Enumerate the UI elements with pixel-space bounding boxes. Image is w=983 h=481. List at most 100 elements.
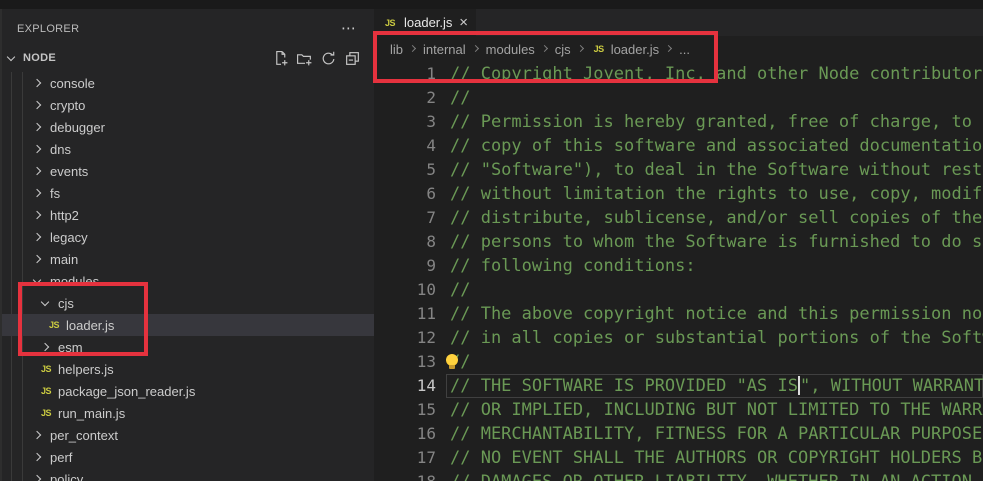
chevron-right-icon <box>30 229 46 245</box>
breadcrumb-item--[interactable]: ... <box>679 42 690 57</box>
tree-item-label: console <box>50 76 95 91</box>
chevron-right-icon <box>30 471 46 481</box>
more-actions-icon[interactable]: ⋯ <box>341 24 356 34</box>
code-line-16[interactable]: 16// MERCHANTABILITY, FITNESS FOR A PART… <box>374 422 983 446</box>
explorer-header: EXPLORER ⋯ <box>2 15 374 43</box>
tree-item-loader-js[interactable]: JSloader.js <box>2 314 374 336</box>
node-section-label: NODE <box>23 52 56 64</box>
chevron-right-icon <box>408 44 418 54</box>
code-line-4[interactable]: 4// copy of this software and associated… <box>374 134 983 158</box>
tree-item-label: http2 <box>50 208 79 223</box>
code-line-7[interactable]: 7// distribute, sublicense, and/or sell … <box>374 206 983 230</box>
line-number: 1 <box>374 62 446 86</box>
breadcrumb-item-cjs[interactable]: cjs <box>555 42 571 57</box>
tree-item-dns[interactable]: dns <box>2 138 374 160</box>
tree-item-label: perf <box>50 450 72 465</box>
code-line-8[interactable]: 8// persons to whom the Software is furn… <box>374 230 983 254</box>
code-line-17[interactable]: 17// NO EVENT SHALL THE AUTHORS OR COPYR… <box>374 446 983 470</box>
tree-item-console[interactable]: console <box>2 72 374 94</box>
chevron-right-icon <box>30 163 46 179</box>
code-line-1[interactable]: 1// Copyright Joyent, Inc. and other Nod… <box>374 62 983 86</box>
line-text: // <box>446 86 983 110</box>
line-number: 7 <box>374 206 446 230</box>
chevron-right-icon <box>38 339 54 355</box>
js-file-icon: JS <box>591 44 607 54</box>
tab-loader-js[interactable]: JS loader.js × <box>374 9 476 36</box>
code-line-9[interactable]: 9// following conditions: <box>374 254 983 278</box>
line-text: // DAMAGES OR OTHER LIABILITY, WHETHER I… <box>446 470 983 481</box>
tree-item-perf[interactable]: perf <box>2 446 374 468</box>
line-text: // MERCHANTABILITY, FITNESS FOR A PARTIC… <box>446 422 983 446</box>
tree-item-main[interactable]: main <box>2 248 374 270</box>
tree-item-label: main <box>50 252 78 267</box>
tree-item-label: run_main.js <box>58 406 125 421</box>
tree-item-legacy[interactable]: legacy <box>2 226 374 248</box>
line-number: 2 <box>374 86 446 110</box>
close-tab-icon[interactable]: × <box>459 16 468 30</box>
tree-item-label: debugger <box>50 120 105 135</box>
chevron-down-icon <box>4 50 20 66</box>
tree-item-cjs[interactable]: cjs <box>2 292 374 314</box>
code-line-2[interactable]: 2// <box>374 86 983 110</box>
node-section-header[interactable]: NODE <box>2 45 374 71</box>
breadcrumb-item-loader-js[interactable]: JSloader.js <box>591 42 659 57</box>
tree-item-label: events <box>50 164 88 179</box>
tab-title: loader.js <box>404 15 452 30</box>
tree-item-modules[interactable]: modules <box>2 270 374 292</box>
tree-item-label: esm <box>58 340 83 355</box>
tree-item-per-context[interactable]: per_context <box>2 424 374 446</box>
line-text: // NO EVENT SHALL THE AUTHORS OR COPYRIG… <box>446 446 983 470</box>
lightbulb-icon[interactable] <box>446 354 458 366</box>
chevron-right-icon <box>576 44 586 54</box>
refresh-icon[interactable] <box>320 50 337 67</box>
file-tree: console crypto debugger dns events fs http2 leg… <box>2 72 374 481</box>
tree-item-run-main-js[interactable]: JS run_main.js <box>2 402 374 424</box>
line-text: // "Software"), to deal in the Software … <box>446 158 983 182</box>
code-line-15[interactable]: 15// OR IMPLIED, INCLUDING BUT NOT LIMIT… <box>374 398 983 422</box>
line-number: 3 <box>374 110 446 134</box>
chevron-right-icon <box>30 207 46 223</box>
code-line-12[interactable]: 12// in all copies or substantial portio… <box>374 326 983 350</box>
collapse-all-icon[interactable] <box>344 50 361 67</box>
breadcrumb: lib internal modules cjs JSloader.js... <box>374 36 983 62</box>
tree-item-policy[interactable]: policy <box>2 468 374 481</box>
line-text: // without limitation the rights to use,… <box>446 182 983 206</box>
line-number: 12 <box>374 326 446 350</box>
code-line-3[interactable]: 3// Permission is hereby granted, free o… <box>374 110 983 134</box>
code-line-11[interactable]: 11// The above copyright notice and this… <box>374 302 983 326</box>
code-line-14[interactable]: 14// THE SOFTWARE IS PROVIDED "AS IS", W… <box>374 374 983 398</box>
tree-item-label: crypto <box>50 98 85 113</box>
chevron-right-icon <box>30 251 46 267</box>
chevron-right-icon <box>30 427 46 443</box>
tree-item-events[interactable]: events <box>2 160 374 182</box>
code-line-18[interactable]: 18// DAMAGES OR OTHER LIABILITY, WHETHER… <box>374 470 983 481</box>
chevron-down-icon <box>30 273 46 289</box>
js-file-icon: JS <box>46 320 62 330</box>
breadcrumb-item-modules[interactable]: modules <box>486 42 535 57</box>
line-number: 10 <box>374 278 446 302</box>
code-line-6[interactable]: 6// without limitation the rights to use… <box>374 182 983 206</box>
tree-item-helpers-js[interactable]: JShelpers.js <box>2 358 374 380</box>
line-number: 6 <box>374 182 446 206</box>
code-line-10[interactable]: 10// <box>374 278 983 302</box>
js-file-icon: JS <box>38 386 54 396</box>
tree-item-fs[interactable]: fs <box>2 182 374 204</box>
tree-item-package-json-reader-js[interactable]: JSpackage_json_reader.js <box>2 380 374 402</box>
js-file-icon: JS <box>38 364 54 374</box>
tree-item-debugger[interactable]: debugger <box>2 116 374 138</box>
new-file-icon[interactable] <box>272 50 289 67</box>
tree-item-esm[interactable]: esm <box>2 336 374 358</box>
breadcrumb-item-label: modules <box>486 42 535 57</box>
breadcrumb-item-internal[interactable]: internal <box>423 42 466 57</box>
explorer-sidebar: EXPLORER ⋯ NODE <box>0 9 374 481</box>
tree-item-crypto[interactable]: crypto <box>2 94 374 116</box>
line-number: 15 <box>374 398 446 422</box>
tree-item-http2[interactable]: http2 <box>2 204 374 226</box>
breadcrumb-item-lib[interactable]: lib <box>390 42 403 57</box>
chevron-down-icon <box>38 295 54 311</box>
js-file-icon: JS <box>38 408 54 418</box>
new-folder-icon[interactable] <box>296 50 313 67</box>
code-line-5[interactable]: 5// "Software"), to deal in the Software… <box>374 158 983 182</box>
line-text: // The above copyright notice and this p… <box>446 302 983 326</box>
code-line-13[interactable]: 13// <box>374 350 983 374</box>
